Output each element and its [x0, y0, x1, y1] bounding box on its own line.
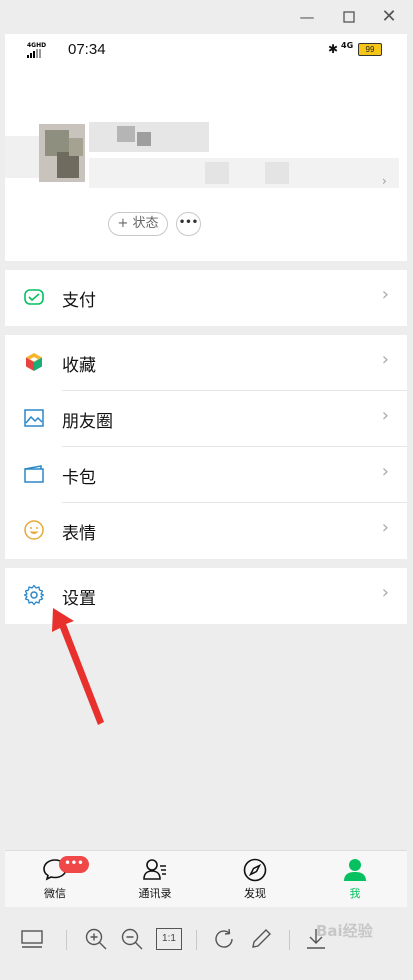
close-icon[interactable]: ✕ — [376, 6, 402, 28]
pay-icon — [24, 289, 44, 305]
status-time: 07:34 — [68, 41, 106, 58]
card-wallet-icon — [24, 465, 44, 483]
add-status-button[interactable]: + 状态 — [108, 212, 168, 236]
window-title-bar: — ✕ — [0, 0, 413, 34]
chevron-right-icon: › — [382, 174, 387, 188]
battery-icon: 99 — [358, 43, 382, 56]
signal-icon — [27, 49, 41, 58]
menu-item-moments[interactable]: 朋友圈 › — [5, 391, 407, 447]
tab-me[interactable]: 我 — [305, 851, 405, 907]
more-status-button[interactable]: ••• — [176, 212, 201, 236]
tab-chats[interactable]: ••• 微信 — [5, 851, 105, 907]
menu-item-favorites[interactable]: 收藏 › — [5, 335, 407, 391]
actual-size-button[interactable]: 1:1 — [156, 928, 182, 950]
tab-label-chats: 微信 — [44, 887, 66, 900]
maximize-icon[interactable] — [336, 6, 362, 28]
menu-item-cards[interactable]: 卡包 › — [5, 447, 407, 503]
menu-label-settings: 设置 — [62, 589, 96, 609]
unread-badge: ••• — [59, 856, 89, 873]
chevron-right-icon: › — [381, 349, 389, 370]
person-icon — [344, 859, 366, 881]
tab-discover[interactable]: 发现 — [205, 851, 305, 907]
zoom-in-icon[interactable] — [83, 926, 109, 952]
rotate-icon[interactable] — [211, 926, 237, 952]
favorites-cube-icon — [26, 353, 42, 371]
contacts-icon — [143, 859, 166, 880]
menu-item-pay[interactable]: 支付 › — [5, 270, 407, 326]
chevron-right-icon: › — [381, 405, 389, 426]
menu-label-pay: 支付 — [62, 291, 96, 311]
minimize-icon[interactable]: — — [294, 6, 320, 28]
gear-icon — [23, 584, 45, 606]
tab-contacts[interactable]: 通讯录 — [105, 851, 205, 907]
bottom-tab-bar: ••• 微信 通讯录 发现 我 — [5, 850, 407, 907]
moments-photo-icon — [24, 409, 44, 427]
network-type: 4GHD — [27, 42, 47, 49]
smiley-icon — [24, 520, 44, 540]
thumbnail-view-icon[interactable] — [19, 926, 45, 952]
watermark-logo: Bai经验 — [316, 922, 373, 940]
chevron-right-icon: › — [381, 461, 389, 482]
chevron-right-icon: › — [381, 582, 389, 603]
tab-label-discover: 发现 — [244, 887, 266, 900]
status-bar: 4GHD 07:34 ✱ 4G 99 — [5, 34, 407, 66]
cellular-type: 4G — [341, 41, 354, 50]
tab-label-contacts: 通讯录 — [138, 887, 172, 900]
edit-pencil-icon[interactable] — [248, 926, 274, 952]
chevron-right-icon: › — [381, 284, 389, 305]
zoom-out-icon[interactable] — [119, 926, 145, 952]
menu-item-settings[interactable]: 设置 › — [5, 568, 407, 624]
menu-label-favorites: 收藏 — [62, 356, 96, 376]
menu-label-cards: 卡包 — [62, 468, 96, 488]
profile-header[interactable]: › + 状态 ••• — [5, 66, 407, 261]
menu-label-moments: 朋友圈 — [62, 412, 113, 432]
bluetooth-icon: ✱ — [328, 42, 339, 56]
compass-icon — [243, 858, 267, 882]
tab-label-me: 我 — [349, 887, 361, 900]
menu-item-stickers[interactable]: 表情 › — [5, 503, 407, 559]
menu-label-stickers: 表情 — [62, 524, 96, 544]
chevron-right-icon: › — [381, 517, 389, 538]
